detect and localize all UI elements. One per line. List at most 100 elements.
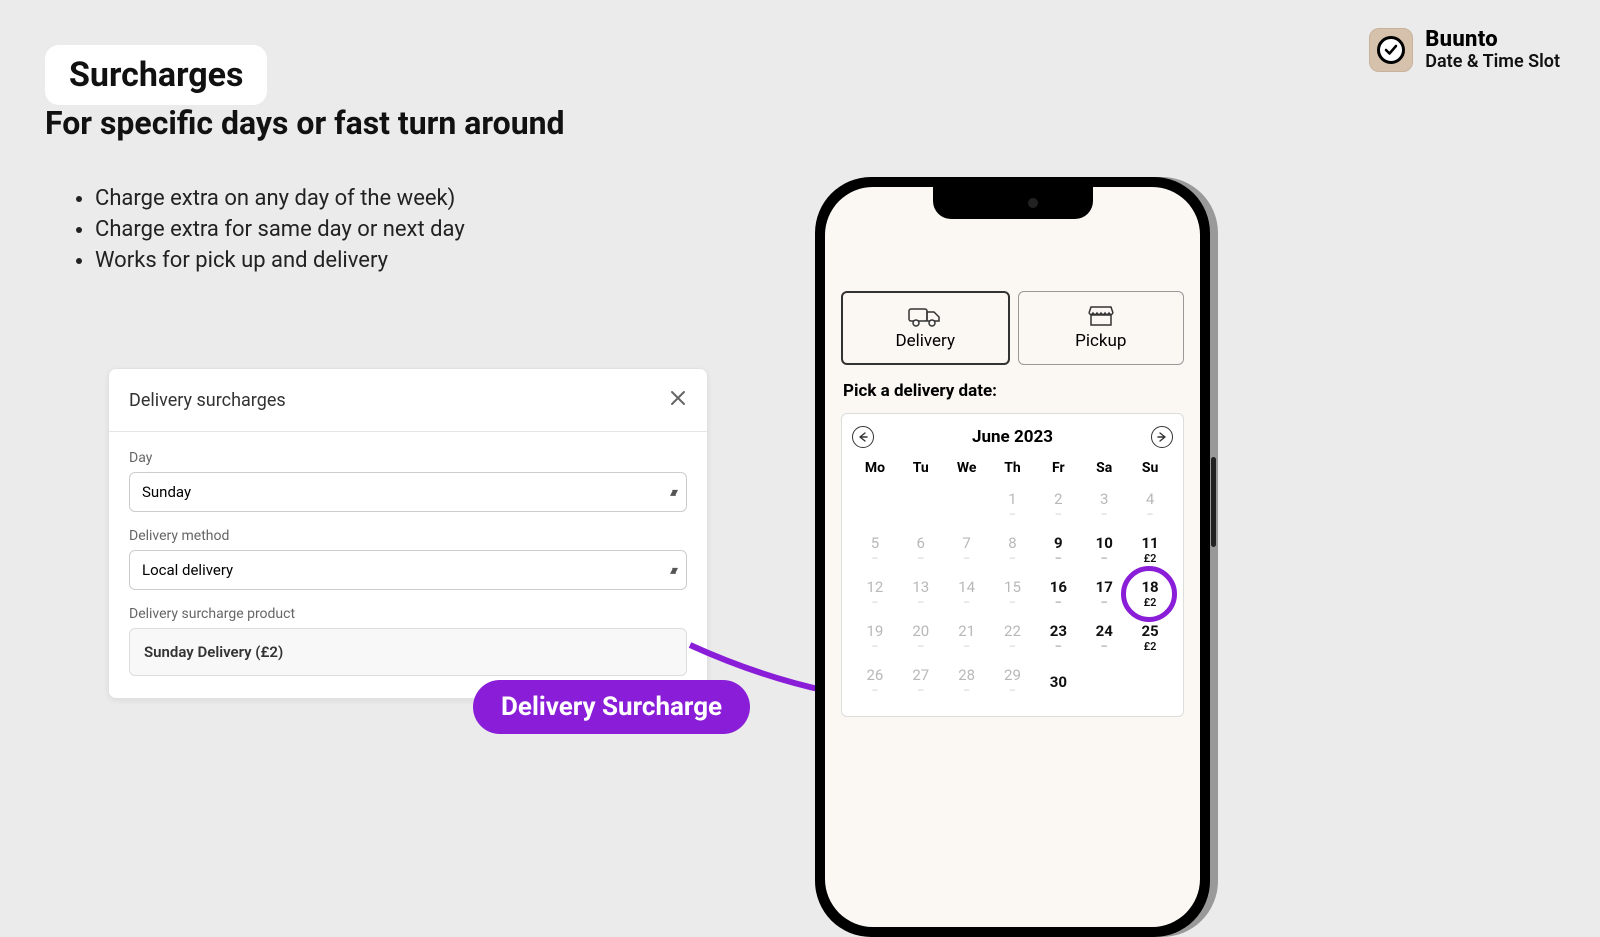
day-subtext: £2 — [1144, 641, 1157, 652]
pick-date-label: Pick a delivery date: — [825, 377, 1200, 409]
calendar-day: 29 – — [990, 660, 1036, 704]
day-number: 22 — [1004, 624, 1021, 639]
day-subtext: – — [1055, 641, 1062, 652]
next-month-button[interactable] — [1151, 426, 1173, 448]
day-subtext: – — [1055, 509, 1062, 520]
day-number: 23 — [1050, 624, 1067, 639]
day-number: 14 — [958, 580, 975, 595]
day-subtext: – — [1101, 509, 1108, 520]
day-subtext: – — [963, 597, 970, 608]
day-number: 8 — [1008, 536, 1016, 551]
calendar-day[interactable]: 11£2 — [1127, 528, 1173, 572]
arrow-right-icon — [1157, 432, 1167, 442]
day-number: 19 — [866, 624, 883, 639]
calendar-dow: Th — [990, 456, 1036, 484]
calendar-dow: Sa — [1081, 456, 1127, 484]
calendar-day[interactable]: 18£2 — [1127, 572, 1173, 616]
calendar-dow: Su — [1127, 456, 1173, 484]
calendar-day[interactable]: 30 — [1035, 660, 1081, 704]
calendar: June 2023 MoTuWeThFrSaSu1–2–3–4–5–6–7–8–… — [841, 413, 1184, 717]
day-number: 18 — [1141, 580, 1158, 595]
calendar-day: 7– — [944, 528, 990, 572]
calendar-day: 2– — [1035, 484, 1081, 528]
phone-notch — [933, 187, 1093, 219]
surcharge-modal: Delivery surcharges Day Sunday ▴▾ Delive… — [108, 368, 708, 699]
title-chip: Surcharges — [45, 45, 267, 105]
method-value: Local delivery — [142, 561, 233, 579]
calendar-day[interactable]: 24 – — [1081, 616, 1127, 660]
brand-name: Buunto — [1425, 28, 1560, 52]
calendar-day[interactable]: 16– — [1035, 572, 1081, 616]
day-subtext: – — [1009, 685, 1016, 696]
day-number: 10 — [1096, 536, 1113, 551]
calendar-month: June 2023 — [972, 427, 1053, 447]
tab-delivery[interactable]: Delivery — [841, 291, 1010, 365]
callout-pill: Delivery Surcharge — [473, 680, 750, 734]
tab-label: Delivery — [895, 331, 955, 351]
day-number: 26 — [866, 668, 883, 683]
bullet-list: Charge extra on any day of the week) Cha… — [75, 180, 465, 279]
day-number: 1 — [1008, 492, 1016, 507]
calendar-day — [1127, 660, 1173, 704]
calendar-dow: Tu — [898, 456, 944, 484]
day-number: 6 — [917, 536, 925, 551]
calendar-day: 5– — [852, 528, 898, 572]
calendar-day: 27– — [898, 660, 944, 704]
close-icon — [669, 389, 687, 407]
product-value[interactable]: Sunday Delivery (£2) — [129, 628, 687, 676]
day-select[interactable]: Sunday ▴▾ — [129, 472, 687, 512]
day-number: 29 — [1004, 668, 1021, 683]
day-subtext: – — [917, 685, 924, 696]
calendar-dow: Mo — [852, 456, 898, 484]
brand-tagline: Date & Time Slot — [1425, 52, 1560, 72]
calendar-day[interactable]: 17– — [1081, 572, 1127, 616]
day-number: 25 — [1141, 624, 1158, 639]
list-item: Charge extra for same day or next day — [95, 217, 465, 242]
day-value: Sunday — [142, 483, 191, 501]
day-number: 2 — [1054, 492, 1062, 507]
day-number: 21 — [958, 624, 975, 639]
checkmark-icon — [1369, 28, 1413, 72]
modal-title: Delivery surcharges — [129, 390, 286, 411]
day-number: 20 — [912, 624, 929, 639]
product-label: Delivery surcharge product — [129, 606, 687, 622]
calendar-day[interactable]: 23 – — [1035, 616, 1081, 660]
brand-logo: Buunto Date & Time Slot — [1369, 28, 1560, 72]
day-subtext: – — [871, 685, 878, 696]
tab-pickup[interactable]: Pickup — [1018, 291, 1185, 365]
calendar-day: 3– — [1081, 484, 1127, 528]
day-subtext: £2 — [1144, 553, 1157, 564]
list-item: Works for pick up and delivery — [95, 248, 465, 273]
method-select[interactable]: Local delivery ▴▾ — [129, 550, 687, 590]
calendar-day: 12– — [852, 572, 898, 616]
calendar-day[interactable]: 9– — [1035, 528, 1081, 572]
day-number: 16 — [1050, 580, 1067, 595]
day-subtext: – — [871, 553, 878, 564]
calendar-dow: We — [944, 456, 990, 484]
day-subtext: – — [871, 597, 878, 608]
list-item: Charge extra on any day of the week) — [95, 186, 465, 211]
calendar-day: 13– — [898, 572, 944, 616]
day-number: 30 — [1050, 675, 1067, 690]
method-label: Delivery method — [129, 528, 687, 544]
truck-icon — [908, 305, 942, 327]
close-button[interactable] — [669, 387, 687, 413]
calendar-day: 14 – — [944, 572, 990, 616]
calendar-dow: Fr — [1035, 456, 1081, 484]
calendar-day[interactable]: 25£2 — [1127, 616, 1173, 660]
subtitle: For specific days or fast turn around — [45, 104, 565, 142]
calendar-day: 15– — [990, 572, 1036, 616]
day-number: 3 — [1100, 492, 1108, 507]
day-subtext: – — [917, 641, 924, 652]
prev-month-button[interactable] — [852, 426, 874, 448]
day-subtext: – — [917, 597, 924, 608]
day-subtext: – — [1101, 641, 1108, 652]
day-number: 24 — [1096, 624, 1113, 639]
day-subtext: – — [871, 641, 878, 652]
calendar-day: 8– — [990, 528, 1036, 572]
day-number: 9 — [1054, 536, 1063, 551]
calendar-day — [1081, 660, 1127, 704]
calendar-day[interactable]: 10– — [1081, 528, 1127, 572]
day-number: 15 — [1004, 580, 1021, 595]
day-number: 28 — [958, 668, 975, 683]
